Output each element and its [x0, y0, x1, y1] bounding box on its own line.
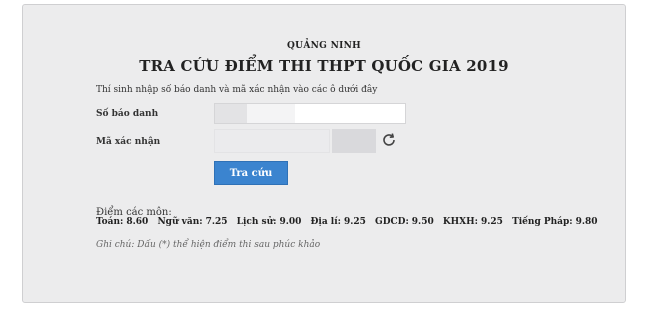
captcha-label: Mã xác nhận: [96, 137, 161, 147]
sbd-input-redacted-part: [215, 104, 247, 123]
footnote: Ghi chú: Dấu (*) thể hiện điểm thi sau p…: [96, 240, 321, 250]
sbd-input[interactable]: [214, 103, 406, 124]
score-subject: Ngữ văn:: [157, 217, 203, 227]
refresh-icon[interactable]: [380, 131, 398, 149]
score-value: 9.25: [343, 217, 366, 227]
form-instructions: Thí sinh nhập số báo danh và mã xác nhận…: [96, 85, 378, 95]
score-subject: Lịch sử:: [236, 217, 277, 227]
captcha-input[interactable]: [214, 129, 330, 153]
score-subject: Tiếng Pháp:: [512, 217, 573, 227]
lookup-panel: QUẢNG NINH TRA CỨU ĐIỂM THI THPT QUỐC GI…: [22, 4, 626, 303]
scores-row: Toán: 8.60 Ngữ văn: 7.25 Lịch sử: 9.00 Địa …: [96, 217, 604, 227]
captcha-image: [332, 129, 376, 153]
score-value: 9.00: [279, 217, 302, 227]
score-value: 9.50: [411, 217, 434, 227]
sbd-label: Số báo danh: [96, 109, 159, 119]
province-name: QUẢNG NINH: [287, 41, 361, 51]
score-subject: GDCD:: [375, 217, 409, 227]
score-subject: Toán:: [96, 217, 124, 227]
score-value: 9.80: [575, 217, 598, 227]
score-subject: KHXH:: [442, 217, 478, 227]
page-title: TRA CỨU ĐIỂM THI THPT QUỐC GIA 2019: [139, 57, 509, 75]
score-value: 7.25: [205, 217, 228, 227]
score-value: 8.60: [126, 217, 149, 227]
score-value: 9.25: [481, 217, 503, 227]
score-subject: Địa lí:: [310, 217, 341, 227]
lookup-button[interactable]: Tra cứu: [214, 161, 288, 185]
sbd-input-redacted-part: [247, 104, 295, 123]
